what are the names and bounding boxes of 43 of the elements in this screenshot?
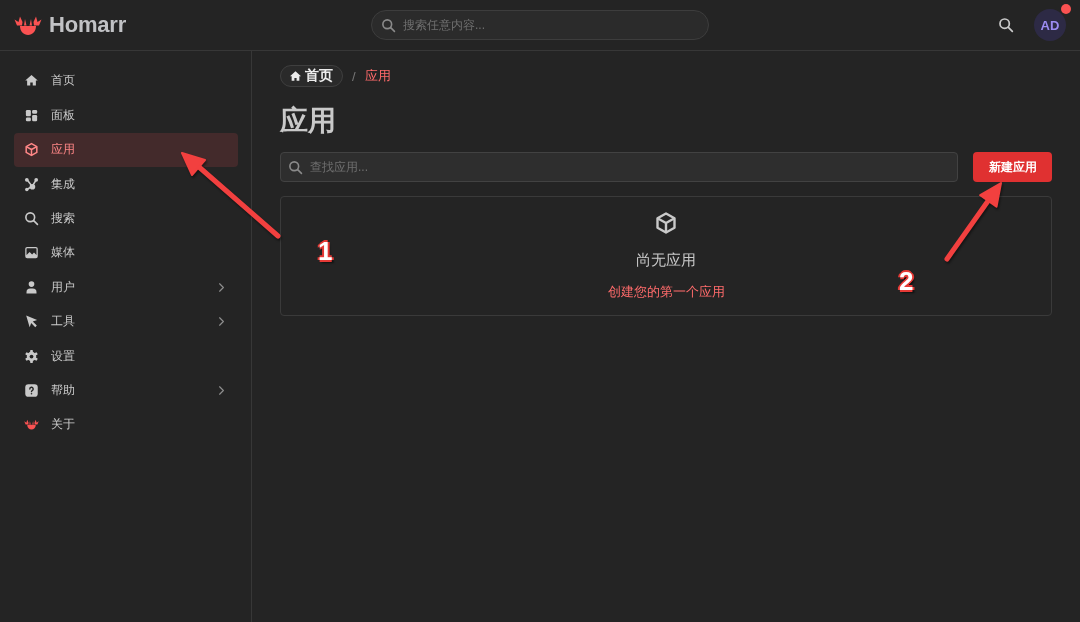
page-title: 应用 bbox=[280, 104, 337, 138]
avatar[interactable]: AD bbox=[1034, 9, 1066, 41]
connected-nodes-icon bbox=[24, 176, 39, 192]
annotation-number: 2 bbox=[899, 266, 914, 296]
search-icon bbox=[24, 211, 39, 227]
settings-icon bbox=[24, 348, 39, 364]
chevron-right-icon bbox=[219, 386, 224, 395]
annotation-number: 1 bbox=[318, 236, 333, 266]
cursor-icon bbox=[24, 314, 39, 330]
sidebar-item[interactable]: 设置 bbox=[14, 338, 238, 374]
home-icon bbox=[290, 71, 301, 81]
image-icon bbox=[24, 245, 39, 261]
search-icon[interactable] bbox=[998, 17, 1014, 33]
search-icon bbox=[288, 159, 303, 175]
sidebar-item[interactable]: 应用 bbox=[14, 132, 238, 167]
user-icon bbox=[24, 279, 39, 295]
home-icon bbox=[24, 73, 39, 89]
breadcrumb-separator: / bbox=[352, 68, 356, 84]
dashboard-icon bbox=[24, 107, 39, 123]
cube-icon bbox=[24, 142, 39, 158]
breadcrumb-current: 应用 bbox=[364, 67, 391, 85]
sidebar-item[interactable]: 帮助 bbox=[14, 373, 238, 408]
empty-state-title: 尚无应用 bbox=[636, 250, 696, 270]
new-app-button[interactable]: 新建应用 bbox=[973, 152, 1052, 182]
breadcrumb-link[interactable]: 首页 bbox=[280, 65, 343, 87]
sidebar-item[interactable]: 工具 bbox=[14, 304, 238, 339]
chevron-right-icon bbox=[219, 282, 224, 292]
create-app-link[interactable]: 创建您的第一个应用 bbox=[607, 283, 725, 301]
app-name: Homarr bbox=[49, 12, 127, 38]
cube-icon bbox=[656, 212, 676, 234]
sidebar-item[interactable]: 集成 bbox=[14, 166, 238, 202]
chevron-right-icon bbox=[219, 317, 224, 327]
sidebar-item[interactable]: 首页 bbox=[14, 63, 238, 99]
logo-icon bbox=[24, 417, 39, 433]
search-field[interactable]: 搜索任意内容... bbox=[371, 10, 709, 40]
sidebar-item[interactable]: 面板 bbox=[14, 98, 238, 133]
app-search-field[interactable]: 查找应用... bbox=[280, 152, 958, 182]
sidebar-item[interactable]: 媒体 bbox=[14, 235, 238, 271]
sidebar-item[interactable]: 搜索 bbox=[14, 201, 238, 236]
sidebar-item[interactable]: 用户 bbox=[14, 270, 238, 305]
sidebar-item[interactable]: 关于 bbox=[14, 407, 238, 443]
help-icon bbox=[24, 383, 39, 398]
search-icon bbox=[381, 17, 396, 33]
